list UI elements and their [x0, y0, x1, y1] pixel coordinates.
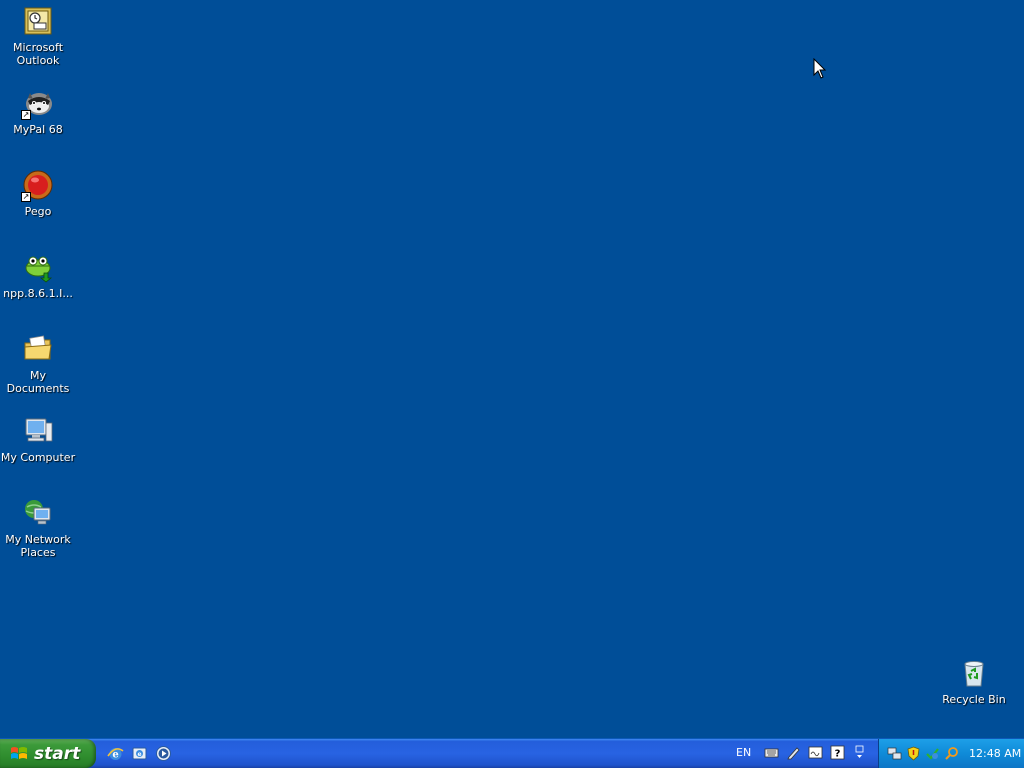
media-player-icon[interactable] [154, 743, 172, 763]
outlook-icon [21, 4, 55, 38]
notepadpp-installer-icon [21, 250, 55, 284]
desktop-icon-my-computer[interactable]: My Computer [0, 414, 76, 464]
system-tray: 12:48 AM [878, 739, 1024, 768]
pego-icon: ↗ [21, 168, 55, 202]
icon-label: My Network Places [5, 533, 71, 559]
icon-label: Microsoft Outlook [12, 41, 64, 67]
mypal-icon: ↗ [21, 86, 55, 120]
update-icon[interactable] [925, 746, 940, 762]
language-bar: EN ? [736, 744, 867, 760]
options-arrow-icon[interactable] [851, 744, 867, 760]
svg-text:e: e [137, 751, 141, 758]
my-documents-icon [21, 332, 55, 366]
shortcut-arrow-icon: ↗ [21, 110, 31, 120]
start-label: start [34, 743, 81, 764]
shortcut-arrow-icon: ↗ [21, 192, 31, 202]
recycle-bin-icon [957, 656, 991, 690]
icon-label: My Documents [6, 369, 70, 395]
search-icon[interactable] [944, 746, 959, 762]
mouse-cursor-icon [813, 58, 827, 79]
desktop-icon-my-documents[interactable]: My Documents [0, 332, 76, 395]
desktop-icon-recycle-bin[interactable]: Recycle Bin [936, 656, 1012, 706]
my-computer-icon [21, 414, 55, 448]
system-clock[interactable]: 12:48 AM [969, 747, 1021, 760]
outlook-express-icon[interactable]: e [130, 743, 148, 763]
taskbar: start e e EN ? 12:48 AM [0, 738, 1024, 768]
desktop-icon-mypal-68[interactable]: ↗ MyPal 68 [0, 86, 76, 136]
svg-text:?: ? [834, 748, 840, 759]
internet-explorer-icon[interactable]: e [106, 743, 124, 763]
icon-label: Pego [24, 205, 52, 218]
keyboard-icon[interactable] [763, 744, 779, 760]
pen-icon[interactable] [785, 744, 801, 760]
start-button[interactable]: start [0, 739, 96, 768]
windows-logo-icon [11, 746, 27, 759]
icon-label: My Computer [0, 451, 76, 464]
language-indicator[interactable]: EN [736, 746, 751, 759]
icon-label: MyPal 68 [13, 123, 63, 136]
handwriting-icon[interactable] [807, 744, 823, 760]
desktop-icon-microsoft-outlook[interactable]: Microsoft Outlook [0, 4, 76, 67]
security-shield-icon[interactable] [906, 746, 921, 762]
desktop-icon-my-network-places[interactable]: My Network Places [0, 496, 76, 559]
desktop[interactable]: Microsoft Outlook ↗ MyPal 68 ↗ Pego npp.… [0, 0, 1024, 738]
desktop-icon-pego[interactable]: ↗ Pego [0, 168, 76, 218]
network-icon[interactable] [887, 746, 902, 762]
help-icon[interactable]: ? [829, 744, 845, 760]
icon-label: npp.8.6.1.I... [3, 287, 73, 300]
icon-label: Recycle Bin [942, 693, 1006, 706]
my-network-places-icon [21, 496, 55, 530]
quick-launch-bar: e e [106, 743, 172, 763]
desktop-icon-npp-installer[interactable]: npp.8.6.1.I... [0, 250, 76, 300]
